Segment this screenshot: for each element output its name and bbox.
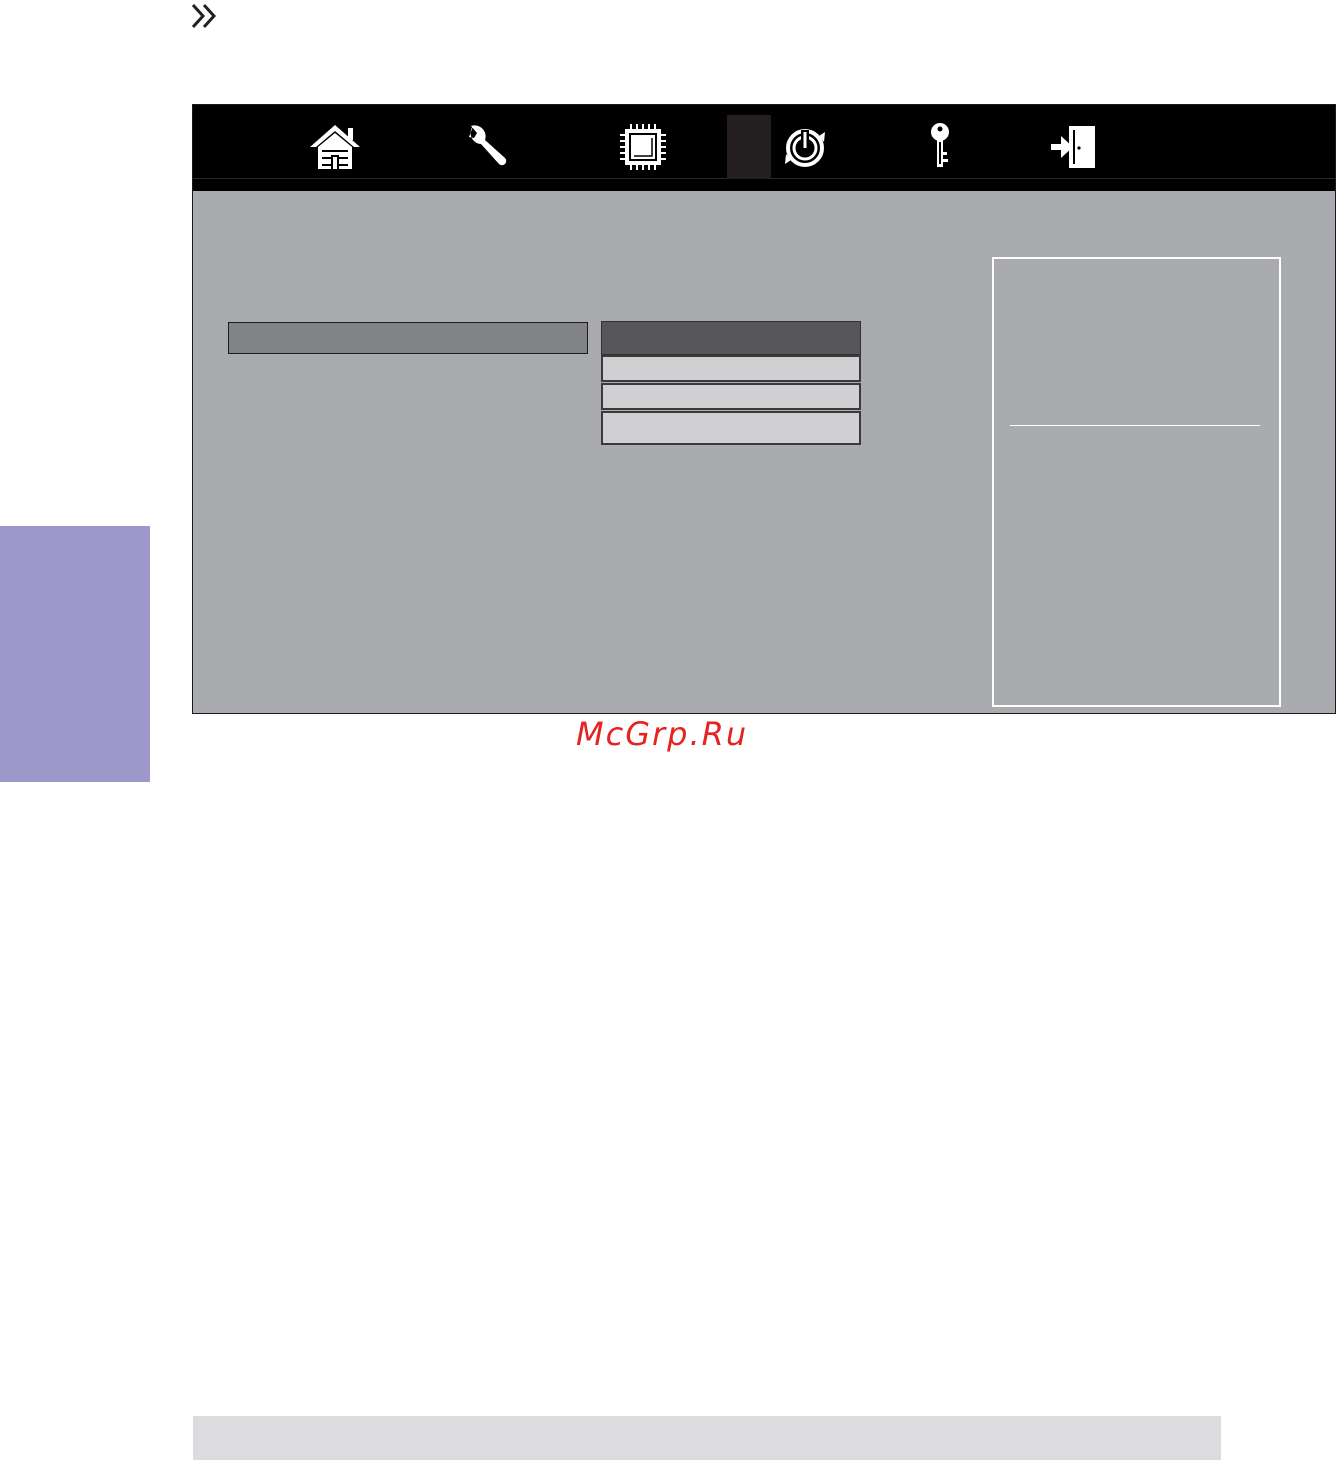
- bios-menu-bar: [193, 105, 1335, 191]
- dropdown-option-2[interactable]: [601, 383, 861, 410]
- double-chevron-icon: [188, 0, 224, 32]
- watermark-text: McGrp.Ru: [576, 715, 749, 753]
- power-icon: [785, 129, 825, 167]
- chapter-side-tab: [0, 526, 150, 782]
- selected-setting-row[interactable]: [228, 322, 588, 354]
- options-dropdown: [601, 321, 861, 445]
- help-panel: [992, 257, 1281, 707]
- home-icon: [310, 125, 360, 169]
- tab-chipset[interactable]: [613, 119, 673, 175]
- dropdown-option-1[interactable]: [601, 355, 861, 382]
- page-footer-band: [193, 1416, 1221, 1460]
- tab-exit[interactable]: [1043, 119, 1103, 175]
- key-icon: [931, 123, 949, 167]
- tab-security[interactable]: [915, 119, 965, 175]
- exit-door-icon: [1051, 126, 1095, 168]
- dropdown-header: [601, 321, 861, 355]
- help-panel-divider: [1010, 425, 1260, 426]
- tab-main[interactable]: [305, 119, 365, 175]
- wrench-icon: [469, 125, 507, 166]
- tab-advanced[interactable]: [459, 119, 519, 175]
- selected-tab-highlight: [727, 115, 771, 179]
- dropdown-option-3[interactable]: [601, 411, 861, 445]
- tab-boot[interactable]: [775, 119, 835, 175]
- chip-icon: [620, 124, 666, 170]
